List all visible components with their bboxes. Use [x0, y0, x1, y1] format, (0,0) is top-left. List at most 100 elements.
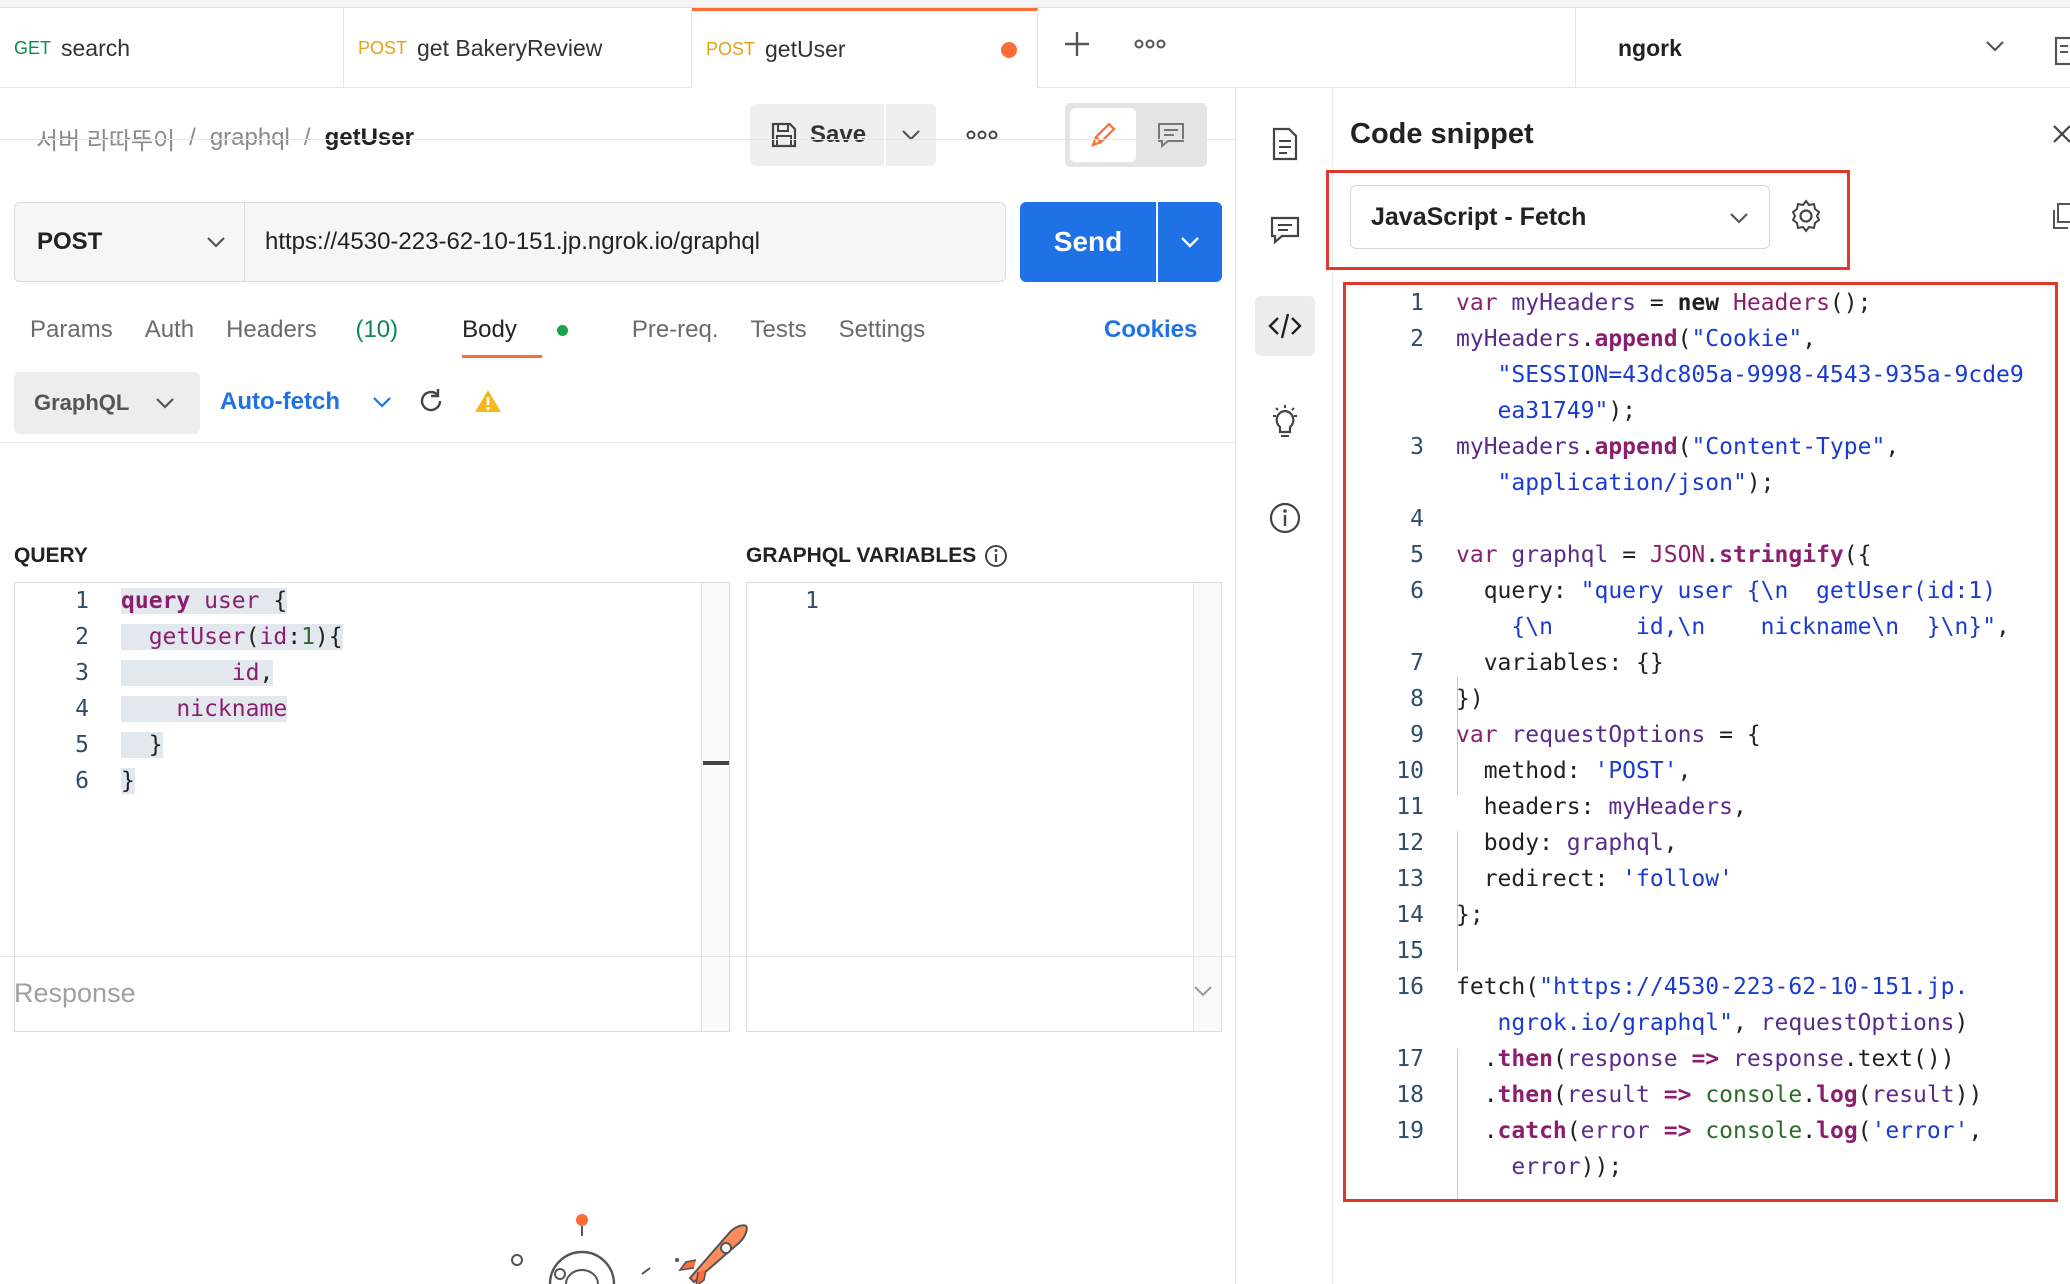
gear-icon[interactable]: [1788, 198, 1824, 234]
response-label[interactable]: Response: [14, 968, 1224, 1018]
variables-scrollbar[interactable]: [1193, 583, 1221, 1031]
line-number: 14: [1396, 902, 1424, 928]
line-number: 4: [1410, 506, 1424, 532]
divider: [0, 442, 1236, 443]
tab-get-user[interactable]: POST getUser: [692, 8, 1038, 88]
refresh-icon[interactable]: [416, 386, 446, 416]
tab-label: get BakeryReview: [417, 34, 603, 61]
code-line: 4: [1346, 501, 1424, 537]
code-line: 1 var myHeaders = new Headers();: [1346, 285, 1871, 321]
tab-settings[interactable]: Settings: [839, 316, 926, 344]
breadcrumb-collection[interactable]: graphql: [210, 124, 290, 152]
related-collections-button[interactable]: [1255, 392, 1315, 452]
right-sidebar: [1237, 88, 1333, 1284]
breadcrumb-separator: /: [189, 124, 196, 151]
code-line: 6}: [15, 763, 135, 799]
line-number: 8: [1410, 686, 1424, 712]
tab-bar: GET search POST get BakeryReview POST ge…: [0, 0, 2070, 88]
breadcrumb-request[interactable]: getUser: [325, 124, 414, 152]
info-icon: [1269, 502, 1301, 534]
line-number: 9: [1410, 722, 1424, 748]
url-input[interactable]: https://4530-223-62-10-151.jp.ngrok.io/g…: [265, 203, 760, 281]
tab-label: getUser: [765, 36, 846, 62]
document-icon: [1272, 127, 1298, 161]
auto-fetch-toggle[interactable]: Auto-fetch: [220, 384, 340, 420]
code-snippet-button[interactable]: [1255, 296, 1315, 356]
environment-icon[interactable]: [2054, 36, 2070, 66]
tab-body-label: Body: [462, 316, 517, 343]
tab-tests[interactable]: Tests: [751, 316, 807, 344]
documentation-button[interactable]: [1255, 114, 1315, 174]
send-button[interactable]: Send: [1020, 202, 1156, 282]
comment-icon: [1270, 216, 1300, 245]
close-icon[interactable]: [2050, 122, 2070, 146]
view-mode-toggle: [1065, 103, 1207, 167]
code-line: 3 myHeaders.append("Content-Type",: [1346, 429, 1899, 465]
save-button[interactable]: Save: [750, 104, 884, 166]
breadcrumb-workspace[interactable]: 서버 라따뚜이: [36, 121, 175, 156]
line-number: 6: [1410, 578, 1424, 604]
request-more-button[interactable]: [960, 118, 1004, 152]
line-number: 19: [1396, 1118, 1424, 1144]
code-snippet-panel: Code snippet JavaScript - Fetch 1 var myH…: [1326, 88, 2070, 1284]
warning-icon[interactable]: [474, 388, 502, 414]
variables-editor[interactable]: 1: [746, 582, 1222, 1032]
language-selector[interactable]: JavaScript - Fetch: [1350, 185, 1770, 249]
method-selector[interactable]: POST: [15, 203, 245, 281]
line-number: 11: [1396, 794, 1424, 820]
code-line: 3 id,: [15, 655, 274, 691]
window-top-strip: [0, 0, 2070, 8]
chevron-down-icon: [902, 130, 920, 141]
tab-get-bakery-review[interactable]: POST get BakeryReview: [344, 8, 692, 88]
tab-label: search: [61, 34, 131, 61]
code-snippet-box[interactable]: 1 var myHeaders = new Headers(); 2 myHeade…: [1343, 282, 2058, 1202]
body-status-dot: [556, 325, 568, 337]
tab-headers[interactable]: Headers (10): [226, 316, 430, 344]
line-number: 10: [1396, 758, 1424, 784]
cookies-link[interactable]: Cookies: [1104, 310, 1197, 350]
new-tab-button[interactable]: [1055, 22, 1099, 66]
edit-mode-button[interactable]: [1070, 108, 1136, 162]
info-icon[interactable]: [984, 544, 1008, 568]
line-number: 1: [1410, 290, 1424, 316]
more-icon: [1134, 39, 1166, 49]
language-value: JavaScript - Fetch: [1371, 202, 1587, 231]
headers-count: (10): [355, 316, 399, 343]
line-number: 1: [805, 588, 819, 614]
code-icon: [1268, 313, 1302, 339]
tab-body[interactable]: Body: [462, 316, 600, 358]
chevron-down-icon[interactable]: [370, 390, 394, 414]
tab-more-button[interactable]: [1128, 22, 1172, 66]
chevron-down-icon[interactable]: [1192, 980, 1214, 1002]
query-scrollbar[interactable]: [701, 583, 729, 1031]
method-value: POST: [37, 228, 103, 255]
code-line: 5 }: [15, 727, 163, 763]
scroll-thumb[interactable]: [703, 761, 729, 765]
line-number: 18: [1396, 1082, 1424, 1108]
tab-prereq[interactable]: Pre-req.: [632, 316, 719, 344]
query-editor[interactable]: 1 query user { 2 getUser(id:1){ 3 id, 4 n…: [14, 582, 730, 1032]
info-button[interactable]: [1255, 488, 1315, 548]
comment-mode-button[interactable]: [1139, 108, 1203, 162]
save-icon: [771, 122, 797, 148]
code-line: {\n id,\n nickname\n }\n}",: [1511, 614, 2010, 640]
graphql-variables-header: GRAPHQL VARIABLES: [746, 544, 1008, 568]
tab-search[interactable]: GET search: [0, 8, 344, 88]
line-number: 2: [75, 624, 89, 650]
comments-button[interactable]: [1255, 200, 1315, 260]
chevron-down-icon: [1181, 237, 1199, 248]
tab-auth[interactable]: Auth: [145, 316, 194, 344]
url-bar: POST https://4530-223-62-10-151.jp.ngrok…: [14, 202, 1006, 282]
tab-params[interactable]: Params: [30, 316, 113, 344]
send-options-button[interactable]: [1158, 202, 1222, 282]
body-mode-selector[interactable]: GraphQL: [14, 372, 200, 434]
copy-icon[interactable]: [2052, 202, 2070, 232]
save-options-button[interactable]: [886, 104, 936, 166]
code-line: 12 body: graphql,: [1346, 825, 1677, 861]
unsaved-dot: [1001, 41, 1017, 58]
code-line: 18 .then(result => console.log(result)): [1346, 1077, 1982, 1113]
tab-method: POST: [706, 39, 756, 59]
save-label: Save: [810, 121, 867, 148]
environment-selector[interactable]: ngork: [1575, 8, 2070, 88]
code-line: 5 var graphql = JSON.stringify({: [1346, 537, 1871, 573]
